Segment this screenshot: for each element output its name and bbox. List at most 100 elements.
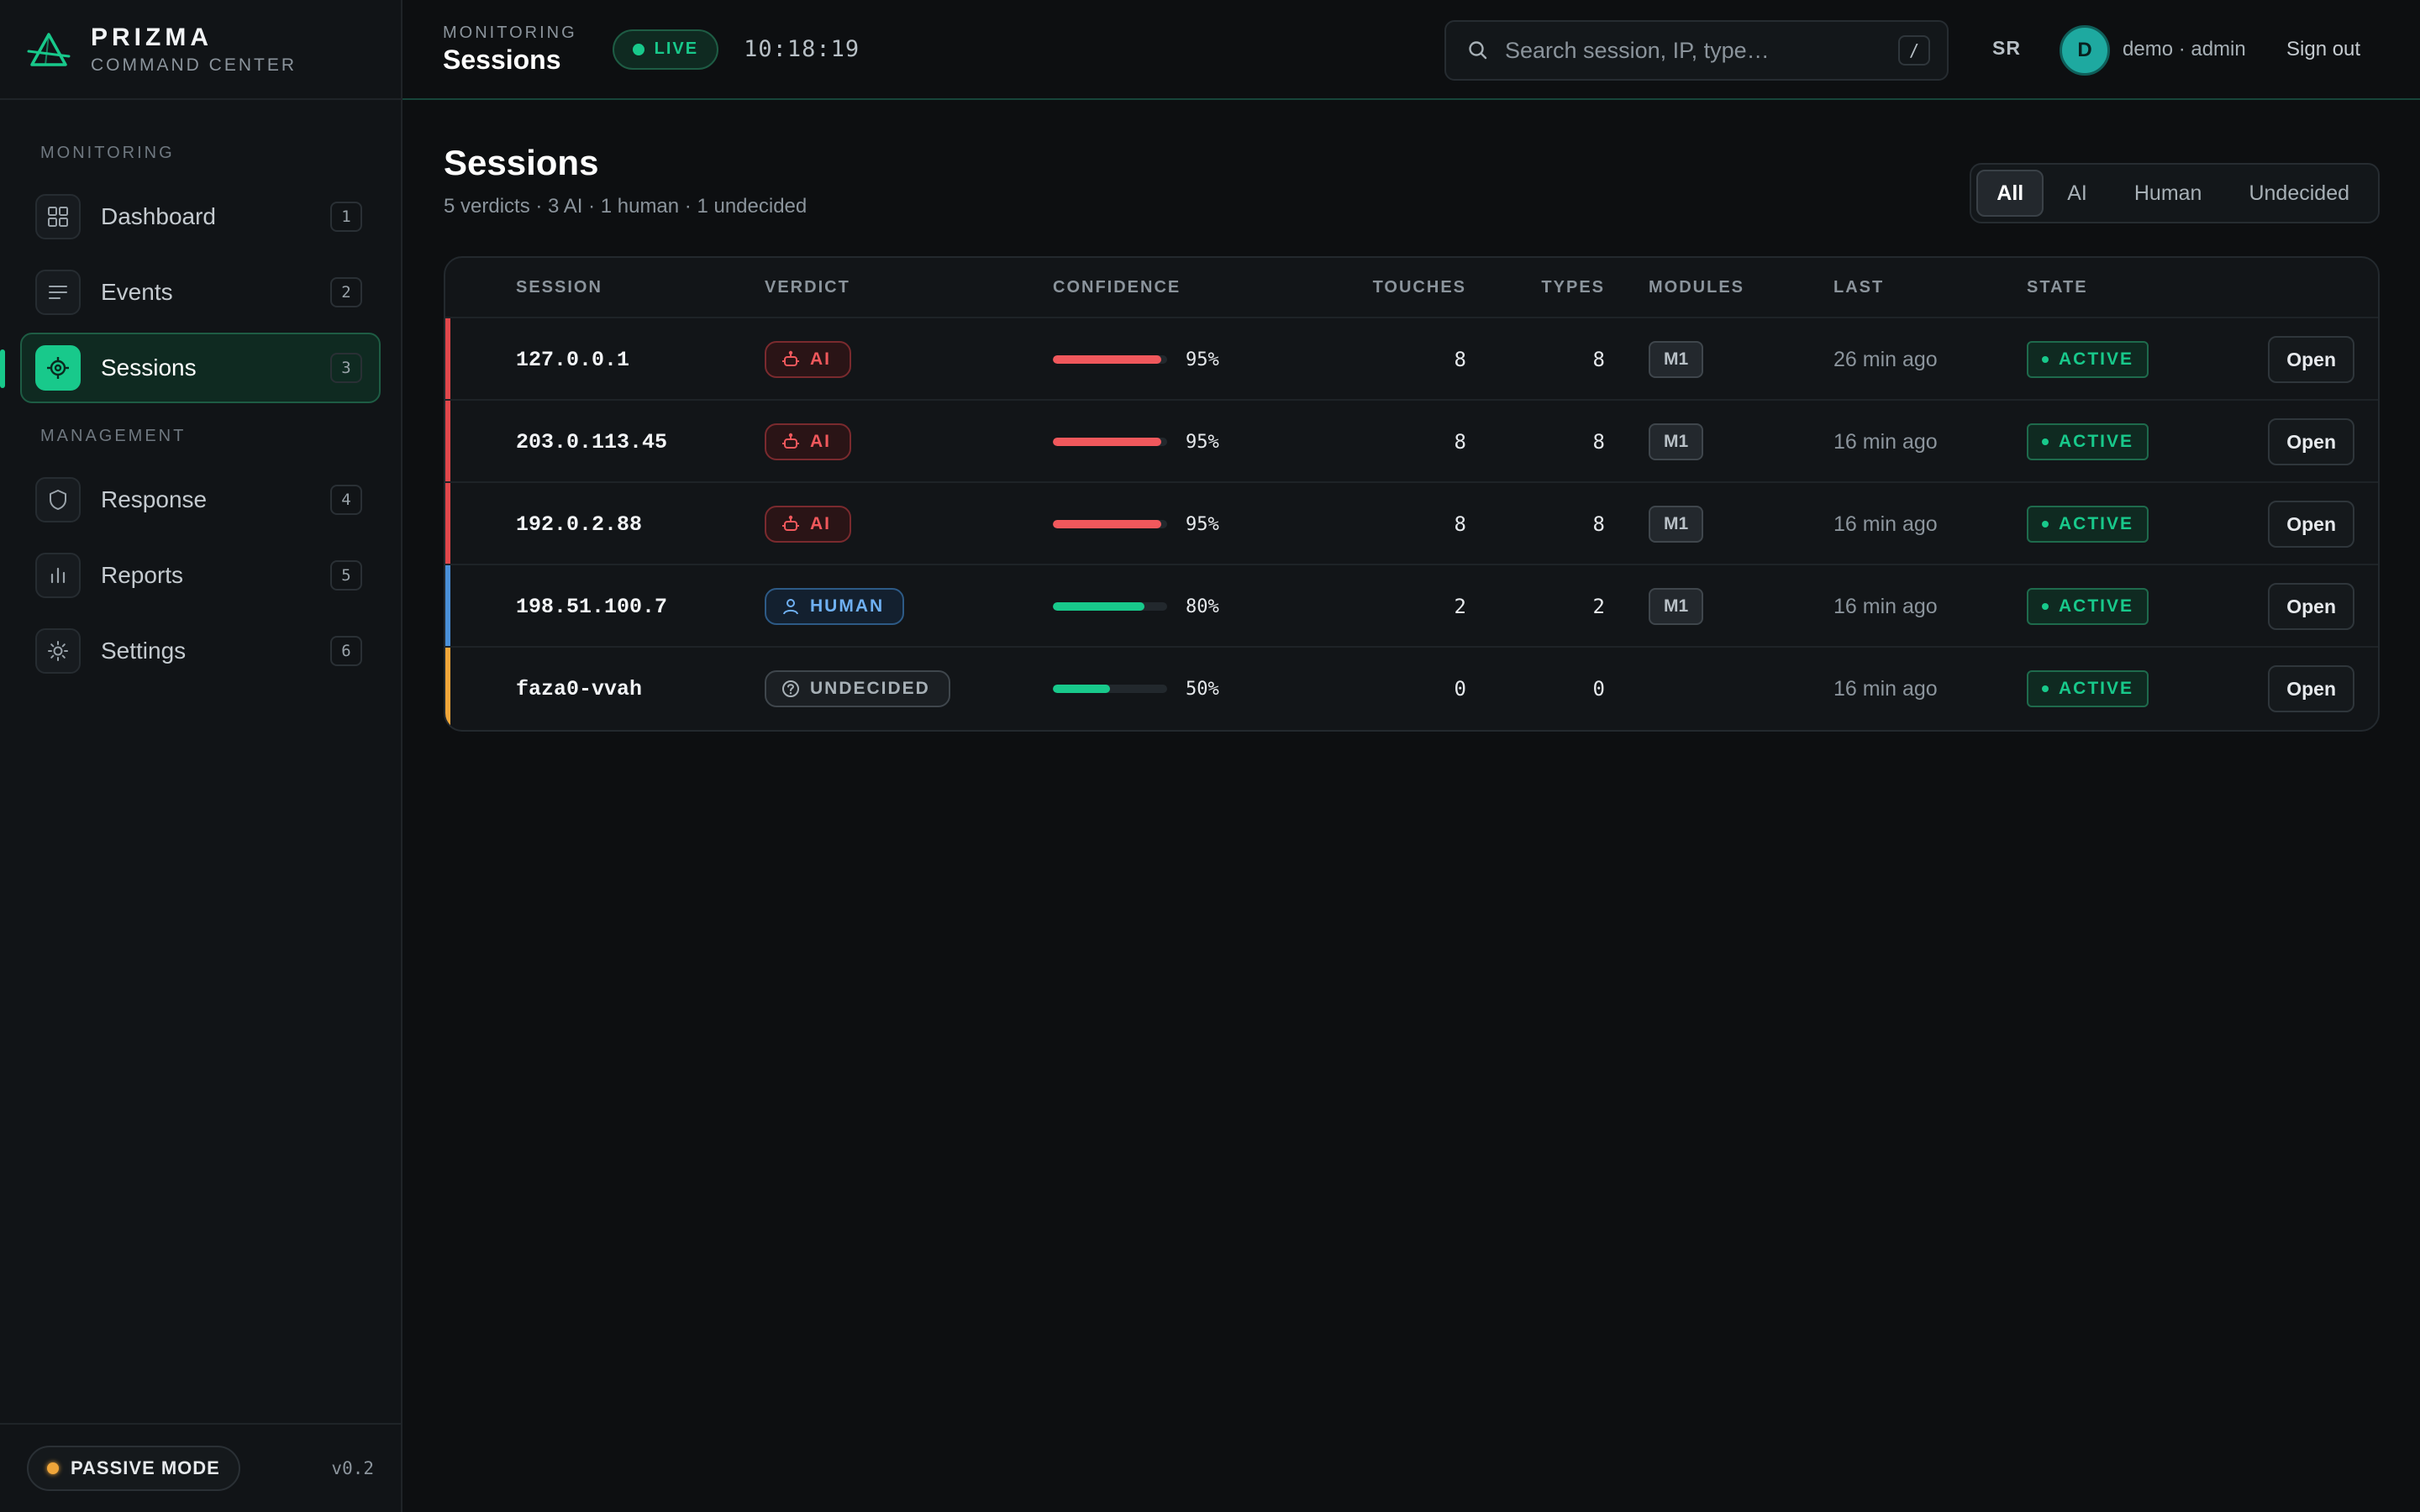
robot-icon xyxy=(782,433,799,449)
touches-count: 8 xyxy=(1454,348,1466,371)
sidebar-item-events[interactable]: Events 2 xyxy=(20,257,381,328)
types-count: 8 xyxy=(1592,348,1605,371)
sidebar-item-label: Response xyxy=(101,486,208,512)
state-dot xyxy=(2042,685,2049,692)
filter-human[interactable]: Human xyxy=(2111,170,2226,217)
header-kicker: MONITORING xyxy=(443,23,577,42)
confidence-fill xyxy=(1053,685,1110,693)
column-header-types[interactable]: TYPES xyxy=(1541,278,1605,297)
table-header: SESSION VERDICT CONFIDENCE TOUCHES TYPES… xyxy=(445,258,2378,318)
touches-count: 8 xyxy=(1454,430,1466,454)
filter-all[interactable]: All xyxy=(1976,170,2044,217)
sidebar-item-response[interactable]: Response 4 xyxy=(20,465,381,535)
table-row[interactable]: 203.0.113.45 AI 95% 8 8 M1 16 min ago AC… xyxy=(445,401,2378,483)
confidence-percent: 80% xyxy=(1186,596,1219,617)
table-row[interactable]: 192.0.2.88 AI 95% 8 8 M1 16 min ago ACTI… xyxy=(445,483,2378,565)
confidence-bar xyxy=(1053,520,1167,528)
avatar[interactable]: D xyxy=(2060,25,2110,76)
brand[interactable]: PRIZMA COMMAND CENTER xyxy=(0,0,401,100)
table-row[interactable]: faza0-vvah UNDECIDED 50% 0 0 16 min ago … xyxy=(445,648,2378,730)
search-box[interactable]: Search session, IP, type… / xyxy=(1444,20,1949,81)
column-header-session[interactable]: SESSION xyxy=(516,278,602,297)
confidence-bar xyxy=(1053,438,1167,446)
live-label: LIVE xyxy=(654,39,699,58)
confidence-percent: 50% xyxy=(1186,678,1219,700)
status-badge: ACTIVE xyxy=(2027,670,2149,707)
clock: 10:18:19 xyxy=(744,36,860,62)
open-button[interactable]: Open xyxy=(2268,336,2354,383)
verdict-stripe xyxy=(445,401,450,481)
column-header-verdict[interactable]: VERDICT xyxy=(765,278,850,297)
main-content: Sessions 5 verdicts · 3 AI · 1 human · 1… xyxy=(444,143,2380,732)
module-tag: M1 xyxy=(1649,588,1704,625)
open-button[interactable]: Open xyxy=(2268,501,2354,548)
gear-icon xyxy=(35,628,81,674)
passive-mode-label: PASSIVE MODE xyxy=(71,1457,220,1478)
state-dot xyxy=(2042,603,2049,610)
sidebar-item-label: Settings xyxy=(101,638,187,664)
verdict-label: AI xyxy=(810,349,831,369)
types-count: 2 xyxy=(1592,595,1605,618)
search-icon xyxy=(1469,41,1487,60)
user-icon xyxy=(783,599,798,615)
search-input[interactable]: Search session, IP, type… xyxy=(1505,38,1898,64)
sidebar-item-label: Reports xyxy=(101,562,184,588)
open-button[interactable]: Open xyxy=(2268,665,2354,712)
sign-out-button[interactable]: Sign out xyxy=(2286,38,2360,61)
column-header-last[interactable]: LAST xyxy=(1833,278,1884,297)
verdict-stripe xyxy=(445,318,450,399)
sidebar-item-reports[interactable]: Reports 5 xyxy=(20,540,381,611)
prism-logo-icon xyxy=(27,32,71,66)
sidebar-item-sessions[interactable]: Sessions 3 xyxy=(0,333,381,403)
nav-section-monitoring: MONITORING xyxy=(40,144,175,162)
version-label: v0.2 xyxy=(331,1458,374,1478)
column-header-state[interactable]: STATE xyxy=(2027,278,2088,297)
app-root: PRIZMA COMMAND CENTER MONITORING Dashboa… xyxy=(0,0,2420,1512)
verdict-badge: AI xyxy=(765,341,851,378)
grid-icon xyxy=(35,194,81,239)
confidence-bar xyxy=(1053,602,1167,611)
confidence-fill xyxy=(1053,438,1162,446)
sidebar-item-dashboard[interactable]: Dashboard 1 xyxy=(20,181,381,252)
initials-label[interactable]: SR xyxy=(1992,37,2021,60)
status-badge: ACTIVE xyxy=(2027,588,2149,625)
brand-subtitle: COMMAND CENTER xyxy=(91,55,297,75)
passive-mode-badge[interactable]: PASSIVE MODE xyxy=(27,1446,240,1491)
target-icon xyxy=(35,345,81,391)
top-header: MONITORING Sessions LIVE 10:18:19 Search… xyxy=(402,0,2420,100)
types-count: 8 xyxy=(1592,512,1605,536)
open-button[interactable]: Open xyxy=(2268,418,2354,465)
filter-ai[interactable]: AI xyxy=(2044,170,2111,217)
live-dot xyxy=(632,43,644,55)
bar-chart-icon xyxy=(35,553,81,598)
touches-count: 2 xyxy=(1454,595,1466,618)
column-header-modules[interactable]: MODULES xyxy=(1649,278,1744,297)
column-header-confidence[interactable]: CONFIDENCE xyxy=(1053,278,1181,297)
verdict-stripe xyxy=(445,483,450,564)
confidence-fill xyxy=(1053,602,1144,611)
confidence-percent: 95% xyxy=(1186,513,1219,535)
shortcut-key: 4 xyxy=(330,485,362,515)
robot-icon xyxy=(782,350,799,366)
sidebar-footer: PASSIVE MODE v0.2 xyxy=(0,1423,401,1512)
session-id: 192.0.2.88 xyxy=(516,512,643,537)
brand-name: PRIZMA xyxy=(91,23,213,51)
verdict-badge: UNDECIDED xyxy=(765,670,950,707)
last-seen: 26 min ago xyxy=(1833,347,1938,371)
column-header-touches[interactable]: TOUCHES xyxy=(1373,278,1466,297)
session-id: faza0-vvah xyxy=(516,676,643,701)
sidebar-item-settings[interactable]: Settings 6 xyxy=(20,616,381,686)
verdict-badge: HUMAN xyxy=(765,588,905,625)
shortcut-key: 2 xyxy=(330,277,362,307)
verdict-stripe xyxy=(445,648,450,730)
nav-section-management: MANAGEMENT xyxy=(40,427,187,445)
filter-undecided[interactable]: Undecided xyxy=(2225,170,2373,217)
last-seen: 16 min ago xyxy=(1833,594,1938,618)
table-row[interactable]: 198.51.100.7 HUMAN 80% 2 2 M1 16 min ago… xyxy=(445,565,2378,648)
sidebar-item-label: Sessions xyxy=(101,354,197,381)
table-row[interactable]: 127.0.0.1 AI 95% 8 8 M1 26 min ago ACTIV… xyxy=(445,318,2378,401)
verdict-filter: All AI Human Undecided xyxy=(1970,163,2380,223)
verdict-label: AI xyxy=(810,432,831,451)
state-label: ACTIVE xyxy=(2059,432,2134,451)
open-button[interactable]: Open xyxy=(2268,583,2354,630)
